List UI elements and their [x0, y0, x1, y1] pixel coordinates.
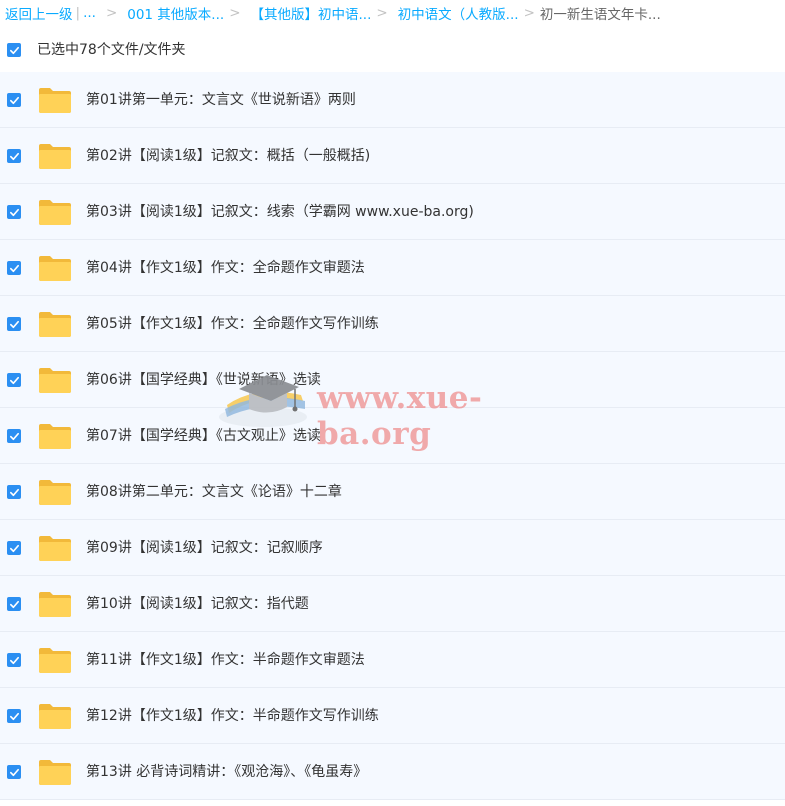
breadcrumb-link-junior-chinese-pep[interactable]: 初中语文（人教版...	[393, 3, 519, 23]
checkmark-icon	[9, 376, 19, 384]
checkmark-icon	[9, 320, 19, 328]
file-list: 第01讲第一单元：文言文《世说新语》两则 第02讲【阅读1级】记叙文：概括（一般概…	[0, 72, 785, 800]
checkmark-icon	[9, 264, 19, 272]
file-name[interactable]: 第13讲 必背诗词精讲：《观沧海》、《龟虽寿》	[86, 744, 367, 800]
back-button[interactable]: 返回上一级	[0, 3, 73, 23]
folder-icon	[39, 704, 71, 729]
file-row[interactable]: 第10讲【阅读1级】记叙文：指代题	[0, 576, 785, 632]
row-checkbox[interactable]	[7, 485, 21, 499]
select-all-checkbox[interactable]	[7, 43, 21, 57]
row-checkbox[interactable]	[7, 149, 21, 163]
breadcrumb-divider: |	[75, 5, 81, 21]
row-checkbox[interactable]	[7, 765, 21, 779]
checkmark-icon	[9, 96, 19, 104]
breadcrumb: 返回上一级 | ... > 001 其他版本... > 【其他版】初中语... …	[0, 0, 785, 26]
breadcrumb-ellipsis[interactable]: ...	[83, 5, 101, 21]
breadcrumb-separator: >	[105, 5, 118, 21]
file-name[interactable]: 第09讲【阅读1级】记叙文：记叙顺序	[86, 520, 323, 576]
breadcrumb-separator: >	[229, 5, 241, 21]
checkmark-icon	[9, 768, 19, 776]
folder-icon	[39, 760, 71, 785]
breadcrumb-separator: >	[523, 5, 535, 21]
file-row[interactable]: 第02讲【阅读1级】记叙文：概括（一般概括)	[0, 128, 785, 184]
file-row[interactable]: 第09讲【阅读1级】记叙文：记叙顺序	[0, 520, 785, 576]
breadcrumb-separator: >	[376, 5, 388, 21]
row-checkbox[interactable]	[7, 261, 21, 275]
row-checkbox[interactable]	[7, 541, 21, 555]
row-checkbox[interactable]	[7, 93, 21, 107]
checkmark-icon	[9, 432, 19, 440]
file-row[interactable]: 第06讲【国学经典】《世说新语》选读	[0, 352, 785, 408]
folder-icon	[39, 88, 71, 113]
row-checkbox[interactable]	[7, 709, 21, 723]
breadcrumb-current: 初一新生语文年卡...	[539, 7, 661, 23]
file-name[interactable]: 第11讲【作文1级】作文：半命题作文审题法	[86, 632, 365, 688]
file-name[interactable]: 第07讲【国学经典】《古文观止》选读	[86, 408, 321, 464]
breadcrumb-link-other-versions[interactable]: 001 其他版本...	[122, 3, 224, 23]
folder-icon	[39, 256, 71, 281]
checkmark-icon	[9, 656, 19, 664]
file-row[interactable]: 第04讲【作文1级】作文：全命题作文审题法	[0, 240, 785, 296]
file-row[interactable]: 第11讲【作文1级】作文：半命题作文审题法	[0, 632, 785, 688]
selection-bar: 已选中78个文件/文件夹	[0, 26, 785, 72]
checkmark-icon	[9, 46, 19, 54]
file-name[interactable]: 第01讲第一单元：文言文《世说新语》两则	[86, 72, 356, 128]
folder-icon	[39, 200, 71, 225]
file-row[interactable]: 第03讲【阅读1级】记叙文：线索（学霸网 www.xue-ba.org)	[0, 184, 785, 240]
file-name[interactable]: 第10讲【阅读1级】记叙文：指代题	[86, 576, 309, 632]
checkmark-icon	[9, 712, 19, 720]
checkmark-icon	[9, 544, 19, 552]
file-row[interactable]: 第07讲【国学经典】《古文观止》选读	[0, 408, 785, 464]
folder-icon	[39, 648, 71, 673]
file-row[interactable]: 第01讲第一单元：文言文《世说新语》两则	[0, 72, 785, 128]
row-checkbox[interactable]	[7, 317, 21, 331]
file-row[interactable]: 第12讲【作文1级】作文：半命题作文写作训练	[0, 688, 785, 744]
file-name[interactable]: 第08讲第二单元：文言文《论语》十二章	[86, 464, 342, 520]
file-row[interactable]: 第08讲第二单元：文言文《论语》十二章	[0, 464, 785, 520]
folder-icon	[39, 480, 71, 505]
file-name[interactable]: 第04讲【作文1级】作文：全命题作文审题法	[86, 240, 365, 296]
checkmark-icon	[9, 600, 19, 608]
folder-icon	[39, 536, 71, 561]
file-row[interactable]: 第13讲 必背诗词精讲：《观沧海》、《龟虽寿》	[0, 744, 785, 800]
row-checkbox[interactable]	[7, 597, 21, 611]
folder-icon	[39, 144, 71, 169]
file-name[interactable]: 第02讲【阅读1级】记叙文：概括（一般概括)	[86, 128, 370, 184]
row-checkbox[interactable]	[7, 373, 21, 387]
row-checkbox[interactable]	[7, 429, 21, 443]
row-checkbox[interactable]	[7, 205, 21, 219]
checkmark-icon	[9, 152, 19, 160]
file-name[interactable]: 第06讲【国学经典】《世说新语》选读	[86, 352, 321, 408]
checkmark-icon	[9, 208, 19, 216]
file-name[interactable]: 第12讲【作文1级】作文：半命题作文写作训练	[86, 688, 379, 744]
file-name[interactable]: 第05讲【作文1级】作文：全命题作文写作训练	[86, 296, 379, 352]
folder-icon	[39, 312, 71, 337]
breadcrumb-link-junior-chinese-other[interactable]: 【其他版】初中语...	[246, 3, 372, 23]
selection-count-text: 已选中78个文件/文件夹	[37, 42, 186, 58]
folder-icon	[39, 592, 71, 617]
row-checkbox[interactable]	[7, 653, 21, 667]
checkmark-icon	[9, 488, 19, 496]
folder-icon	[39, 368, 71, 393]
file-row[interactable]: 第05讲【作文1级】作文：全命题作文写作训练	[0, 296, 785, 352]
folder-icon	[39, 424, 71, 449]
file-name[interactable]: 第03讲【阅读1级】记叙文：线索（学霸网 www.xue-ba.org)	[86, 184, 474, 240]
